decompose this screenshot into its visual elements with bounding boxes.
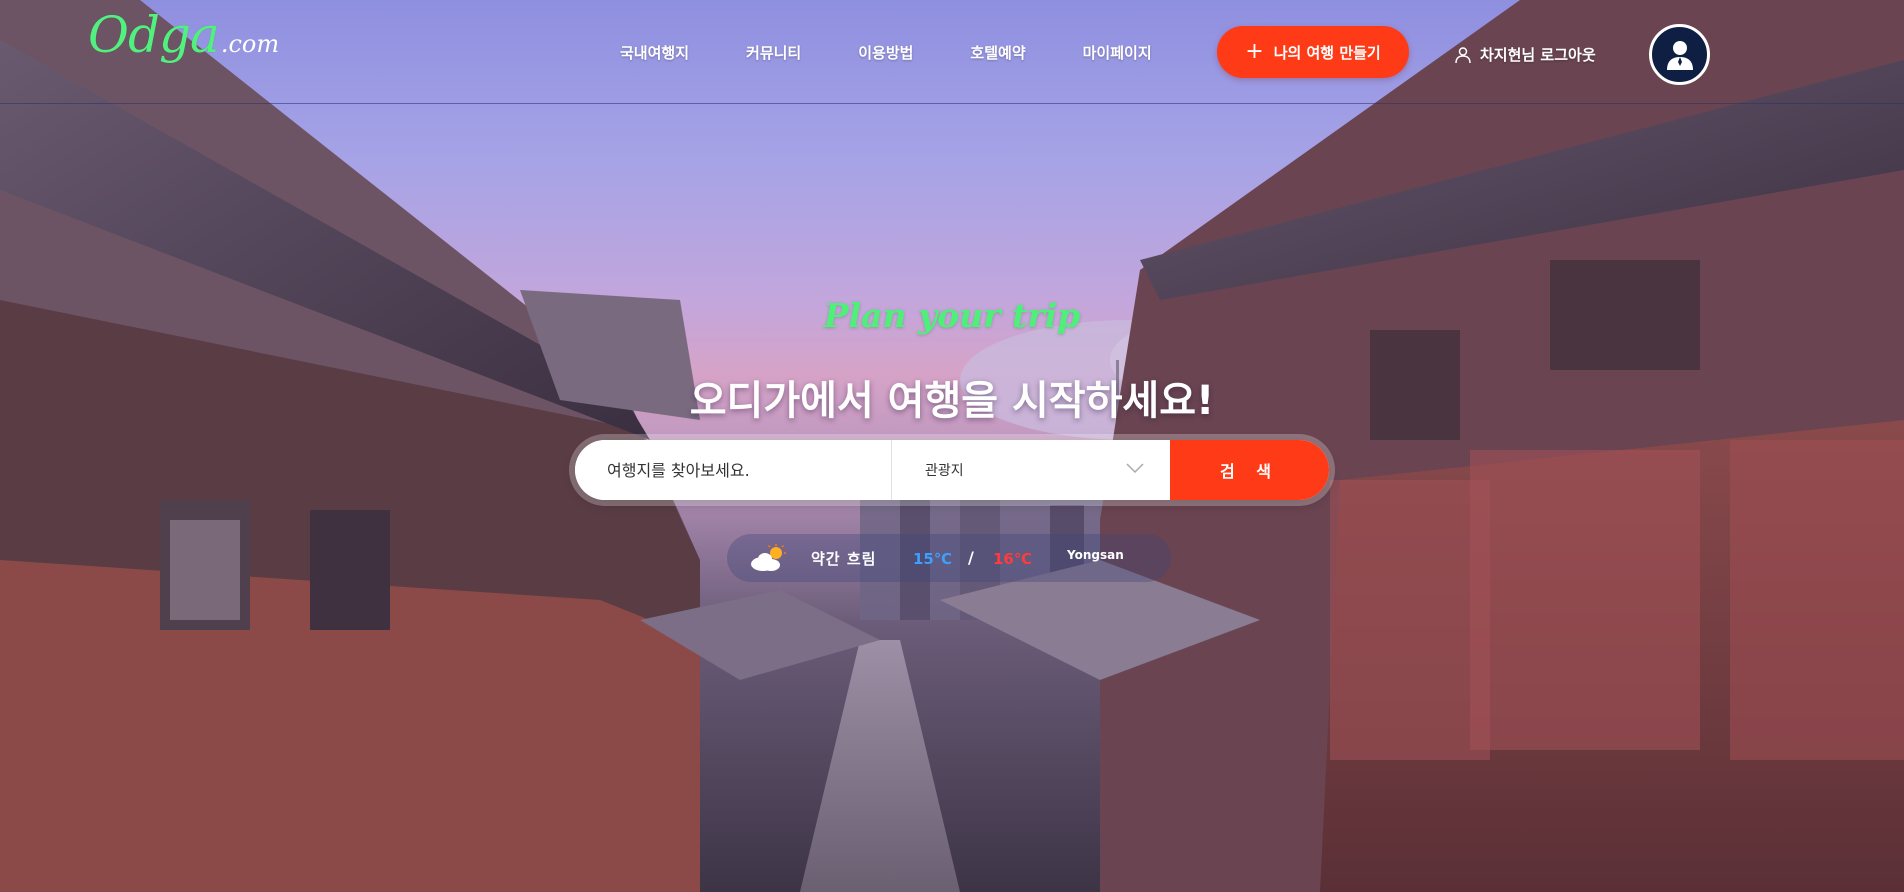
category-selected-value: 관광지: [925, 463, 964, 479]
avatar[interactable]: [1649, 24, 1710, 85]
site-logo[interactable]: Odga .com: [88, 6, 279, 86]
nav-domestic-destinations[interactable]: 국내여행지: [620, 42, 689, 63]
nav-my-page[interactable]: 마이페이지: [1083, 42, 1152, 63]
nav-community[interactable]: 커뮤니티: [746, 42, 801, 63]
destination-search-input[interactable]: [575, 440, 891, 500]
weather-description: 약간 흐림: [811, 550, 877, 568]
page-title: 오디가에서 여행을 시작하세요!: [689, 378, 1215, 424]
user-avatar-icon: [1666, 40, 1693, 70]
partly-cloudy-icon: [751, 544, 786, 571]
logo-script-text: Odga: [88, 6, 220, 64]
temperature-low: 15℃: [913, 550, 953, 568]
search-bar: 관광지 검 색: [575, 440, 1329, 500]
site-header: Odga .com 국내여행지 커뮤니티 이용방법 호텔예약 마이페이지 + 나…: [0, 0, 1904, 104]
plus-icon: +: [1245, 39, 1264, 64]
logo-domain-suffix: .com: [220, 30, 280, 58]
weather-city: Yongsan: [1067, 548, 1124, 562]
search-button[interactable]: 검 색: [1170, 440, 1329, 500]
user-outline-icon: [1455, 46, 1471, 63]
main-nav: 국내여행지 커뮤니티 이용방법 호텔예약 마이페이지: [620, 42, 1209, 63]
chevron-down-icon: [1126, 463, 1144, 474]
weather-widget: 약간 흐림 15℃ / 16℃ Yongsan: [727, 534, 1171, 582]
create-my-trip-button[interactable]: + 나의 여행 만들기: [1217, 26, 1409, 78]
create-my-trip-label: 나의 여행 만들기: [1273, 43, 1381, 62]
logout-label: 차지현님 로그아웃: [1480, 46, 1596, 64]
category-dropdown[interactable]: 관광지: [891, 440, 1170, 500]
temperature-high: 16℃: [993, 550, 1033, 568]
nav-hotel-booking[interactable]: 호텔예약: [970, 42, 1025, 63]
tagline: Plan your trip: [823, 296, 1081, 335]
nav-how-to-use[interactable]: 이용방법: [858, 42, 913, 63]
logout-link[interactable]: 차지현님 로그아웃: [1454, 44, 1596, 65]
temperature-separator: /: [968, 548, 974, 567]
